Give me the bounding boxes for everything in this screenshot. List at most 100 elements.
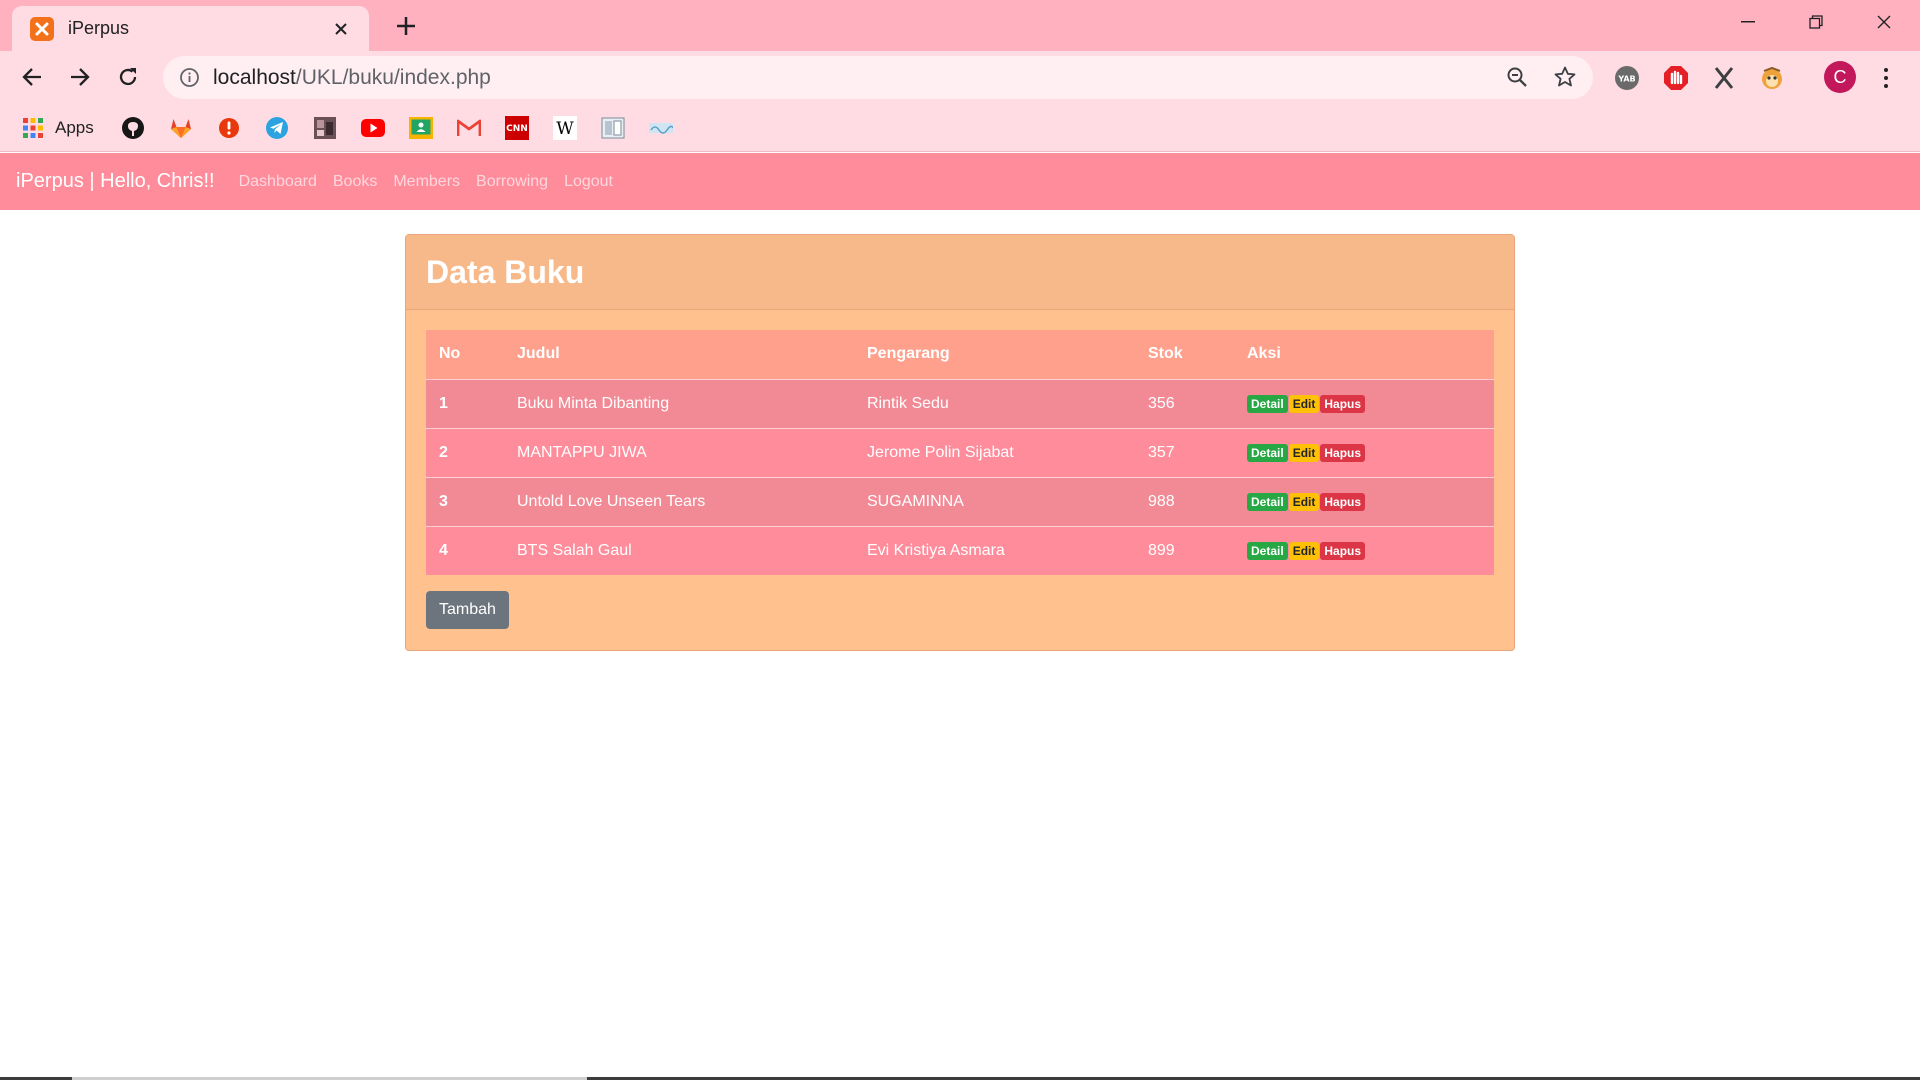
address-bar[interactable]: localhost/UKL/buku/index.php — [163, 56, 1593, 99]
nav-link-members[interactable]: Members — [393, 173, 460, 191]
gmail-icon — [457, 116, 481, 140]
restore-window-icon[interactable] — [1782, 0, 1850, 44]
bookmark-telegram[interactable] — [265, 115, 289, 141]
navbar-brand[interactable]: iPerpus | Hello, Chris!! — [16, 170, 215, 193]
bookmark-textlogo[interactable] — [649, 115, 673, 141]
back-arrow-icon[interactable] — [14, 59, 50, 95]
wikipedia-icon: W — [553, 116, 577, 140]
yab-extension-icon[interactable]: YAB — [1613, 64, 1641, 92]
site-info-icon[interactable] — [179, 67, 200, 93]
page-title: Data Buku — [426, 253, 585, 290]
bookmark-alert[interactable] — [217, 115, 241, 141]
forward-arrow-icon[interactable] — [62, 59, 98, 95]
zoom-out-icon[interactable] — [1506, 66, 1528, 93]
telegram-icon — [265, 116, 289, 140]
detail-button[interactable]: Detail — [1247, 492, 1288, 511]
adblock-extension-icon[interactable] — [1662, 64, 1690, 92]
tab-close-icon[interactable] — [327, 16, 355, 42]
cell-no: 3 — [439, 492, 448, 510]
bookmarks-bar: Apps CNN W — [0, 104, 1920, 152]
column-header-stok: Stok — [1148, 345, 1183, 363]
delete-button[interactable]: Hapus — [1320, 443, 1366, 462]
bookmark-wikipedia[interactable]: W — [553, 115, 577, 141]
column-header-no: No — [439, 345, 461, 363]
edit-button[interactable]: Edit — [1288, 541, 1320, 560]
detail-button[interactable]: Detail — [1247, 394, 1288, 413]
cell-judul: Buku Minta Dibanting — [517, 394, 670, 412]
card-body: No Judul Pengarang Stok Aksi 1 Buku Mint… — [406, 310, 1514, 649]
cell-no: 4 — [439, 541, 448, 559]
cell-pengarang: Evi Kristiya Asmara — [867, 541, 1005, 559]
delete-button[interactable]: Hapus — [1320, 492, 1366, 511]
column-header-aksi: Aksi — [1247, 345, 1281, 363]
cell-stok: 356 — [1148, 394, 1175, 412]
browser-menu-icon[interactable] — [1876, 63, 1896, 93]
nav-link-books[interactable]: Books — [333, 173, 377, 191]
x-extension-icon[interactable] — [1710, 64, 1738, 92]
cell-judul: MANTAPPU JIWA — [517, 443, 647, 461]
cell-aksi: Detail Edit Hapus — [1234, 379, 1494, 428]
minimize-window-icon[interactable] — [1714, 0, 1782, 44]
column-header-pengarang: Pengarang — [867, 345, 950, 363]
bookmark-youtube[interactable] — [361, 115, 385, 141]
column-header-judul: Judul — [517, 345, 560, 363]
github-icon — [121, 116, 145, 140]
apps-grid-icon — [21, 116, 45, 140]
bookmark-gitlab[interactable] — [169, 115, 193, 141]
alert-icon — [217, 116, 241, 140]
tab-title: iPerpus — [68, 18, 130, 38]
reload-icon[interactable] — [110, 59, 146, 95]
bookmark-cnn[interactable]: CNN — [505, 115, 529, 141]
bookmark-github[interactable] — [121, 115, 145, 141]
bookmark-book[interactable] — [601, 115, 625, 141]
browser-tab-strip: iPerpus — [0, 0, 1920, 51]
table-header-row: No Judul Pengarang Stok Aksi — [426, 330, 1494, 379]
detail-button[interactable]: Detail — [1247, 541, 1288, 560]
detail-button[interactable]: Detail — [1247, 443, 1288, 462]
cell-judul: Untold Love Unseen Tears — [517, 492, 706, 510]
bookmark-gmail[interactable] — [457, 115, 481, 141]
edit-button[interactable]: Edit — [1288, 394, 1320, 413]
photo-icon — [313, 116, 337, 140]
url-text: localhost/UKL/buku/index.php — [213, 66, 491, 89]
book-icon — [601, 116, 625, 140]
cell-no: 2 — [439, 443, 448, 461]
books-card: Data Buku No Judul Pengarang Stok Aksi 1… — [405, 234, 1515, 651]
edit-button[interactable]: Edit — [1288, 492, 1320, 511]
youtube-icon — [361, 116, 385, 140]
xampp-favicon-icon — [30, 16, 54, 41]
delete-button[interactable]: Hapus — [1320, 541, 1366, 560]
cell-aksi: Detail Edit Hapus — [1234, 477, 1494, 526]
browser-tab-active[interactable]: iPerpus — [12, 6, 369, 51]
cell-pengarang: SUGAMINNA — [867, 492, 964, 510]
close-window-icon[interactable] — [1850, 0, 1918, 44]
bookmark-classroom[interactable] — [409, 115, 433, 141]
profile-avatar[interactable]: C — [1824, 61, 1856, 93]
bookmark-text-icon — [649, 116, 673, 140]
svg-text:CNN: CNN — [506, 124, 528, 134]
svg-text:W: W — [556, 119, 574, 139]
cell-stok: 899 — [1148, 541, 1175, 559]
new-tab-button[interactable] — [390, 8, 422, 44]
table-row: 3 Untold Love Unseen Tears SUGAMINNA 988… — [426, 477, 1494, 526]
table-row: 2 MANTAPPU JIWA Jerome Polin Sijabat 357… — [426, 428, 1494, 477]
table-row: 4 BTS Salah Gaul Evi Kristiya Asmara 899… — [426, 526, 1494, 575]
classroom-icon — [409, 116, 433, 140]
nav-link-borrowing[interactable]: Borrowing — [476, 173, 548, 191]
gitlab-icon — [169, 116, 193, 140]
delete-button[interactable]: Hapus — [1320, 394, 1366, 413]
bookmark-apps[interactable]: Apps — [21, 115, 94, 141]
svg-text:YAB: YAB — [1617, 75, 1635, 84]
add-book-button[interactable]: Tambah — [426, 591, 509, 629]
cnn-icon: CNN — [505, 116, 529, 140]
nav-link-dashboard[interactable]: Dashboard — [239, 173, 317, 191]
cell-aksi: Detail Edit Hapus — [1234, 428, 1494, 477]
books-table: No Judul Pengarang Stok Aksi 1 Buku Mint… — [426, 330, 1494, 575]
cell-no: 1 — [439, 394, 448, 412]
edit-button[interactable]: Edit — [1288, 443, 1320, 462]
bookmark-photo[interactable] — [313, 115, 337, 141]
monkey-extension-icon[interactable] — [1758, 64, 1786, 92]
bookmark-star-icon[interactable] — [1553, 65, 1577, 94]
bookmark-apps-label: Apps — [55, 118, 94, 137]
nav-link-logout[interactable]: Logout — [564, 173, 613, 191]
